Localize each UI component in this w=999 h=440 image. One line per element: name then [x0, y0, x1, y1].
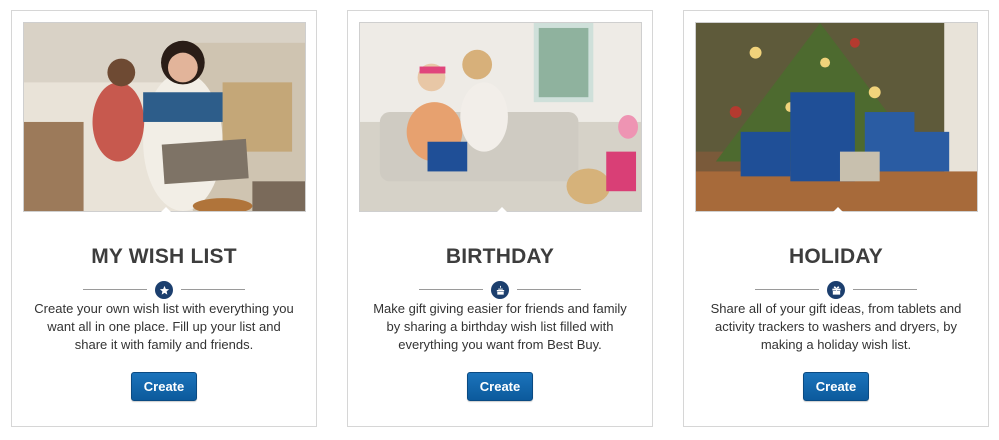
birthday-card: BIRTHDAY Make gift giving easier for fri…	[347, 10, 653, 427]
wish-list-card: MY WISH LIST Create your own wish list w…	[11, 10, 317, 427]
star-icon	[155, 281, 173, 299]
card-description: Create your own wish list with everythin…	[34, 301, 294, 352]
holiday-card: HOLIDAY Share all of your gift ideas, fr…	[683, 10, 989, 427]
title-divider	[684, 281, 988, 301]
create-holiday-list-button[interactable]: Create	[803, 372, 869, 401]
card-description: Share all of your gift ideas, from table…	[710, 301, 962, 352]
gift-icon	[827, 281, 845, 299]
cake-icon	[491, 281, 509, 299]
holiday-photo	[695, 22, 978, 212]
card-title: HOLIDAY	[789, 245, 883, 268]
wish-list-photo	[23, 22, 306, 212]
birthday-photo	[359, 22, 642, 212]
photo-pointer	[830, 207, 846, 215]
card-title: BIRTHDAY	[445, 245, 555, 268]
photo-pointer	[494, 207, 510, 215]
title-divider	[348, 281, 652, 301]
create-birthday-list-button[interactable]: Create	[467, 372, 533, 401]
photo-pointer	[158, 207, 174, 215]
card-description: Make gift giving easier for friends and …	[373, 301, 627, 352]
create-wish-list-button[interactable]: Create	[131, 372, 197, 401]
title-divider	[12, 281, 316, 301]
card-title: MY WISH LIST	[91, 245, 237, 268]
